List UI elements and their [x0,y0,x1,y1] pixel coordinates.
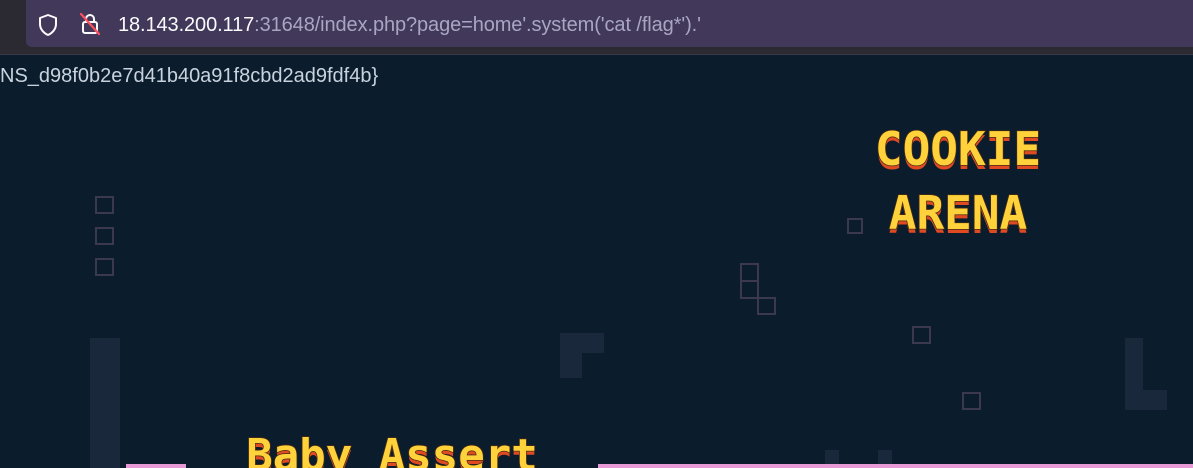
insecure-lock-icon[interactable] [79,12,101,36]
logo-line-1: COOKIE [875,122,1041,176]
url-path: :31648/index.php?page=home'.system('cat … [254,14,701,36]
shield-icon[interactable] [37,13,59,37]
accent-bar-left [126,464,186,468]
accent-bar-right [598,464,1193,468]
decorative-squares [95,196,981,410]
url-text[interactable]: 18.143.200.117:31648/index.php?page=home… [118,13,701,37]
url-host: 18.143.200.117 [118,14,255,36]
challenge-title: Baby Assert Baby Assert [246,429,539,468]
challenge-title-text: Baby Assert [246,430,537,468]
cookie-arena-logo: COOKIE COOKIE ARENA ARENA [874,121,1042,244]
logo-line-2: ARENA [889,186,1027,240]
page-background-art: COOKIE COOKIE ARENA ARENA Baby Assert Ba… [90,121,1193,468]
browser-toolbar: 18.143.200.117:31648/index.php?page=home… [0,0,1193,55]
